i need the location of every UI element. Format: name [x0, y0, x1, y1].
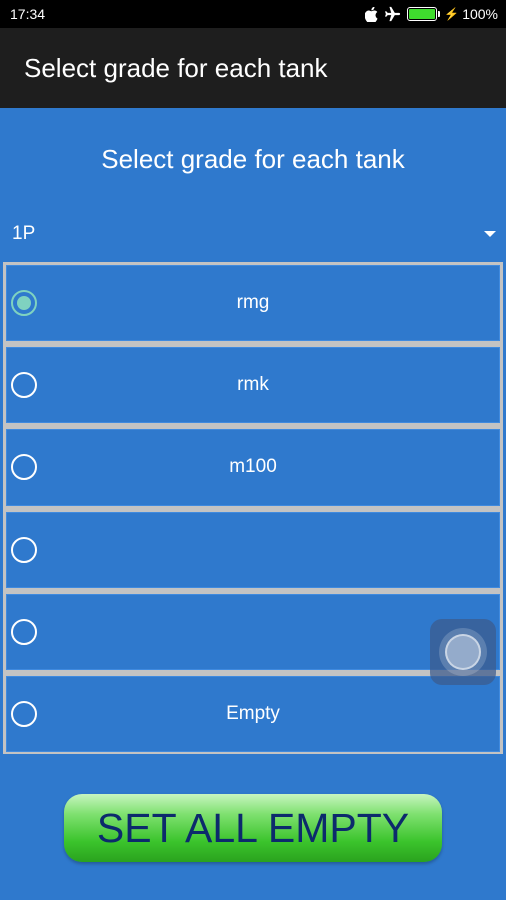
status-bar: 17:34 ⚡ 100% [0, 0, 506, 28]
radio-unchecked-icon[interactable] [11, 536, 37, 563]
app-bar: Select grade for each tank [0, 28, 506, 108]
status-time: 17:34 [10, 6, 46, 22]
dropdown-arrow-icon [484, 231, 496, 237]
grade-option-label: rmg [236, 292, 270, 314]
radio-unchecked-icon[interactable] [11, 700, 37, 727]
battery-percent: 100% [462, 6, 498, 22]
grade-option-label: Empty [226, 702, 280, 724]
radio-unchecked-icon[interactable] [11, 454, 37, 481]
grade-option-rmk[interactable]: rmk [6, 347, 500, 424]
grade-options-list: rmg rmk m100 Empty [3, 262, 503, 754]
set-all-empty-button[interactable]: SET ALL EMPTY [64, 794, 442, 862]
grade-option-blank-2[interactable] [6, 593, 500, 670]
grade-option-label: rmk [237, 374, 269, 396]
radio-unchecked-icon[interactable] [11, 372, 37, 399]
assistive-touch-icon [439, 628, 487, 676]
app-bar-title: Select grade for each tank [24, 52, 328, 83]
airplane-icon [385, 6, 401, 22]
main-content: Select grade for each tank 1P rmg rmk m1… [0, 108, 506, 900]
battery-icon [407, 7, 441, 21]
grade-option-label: m100 [229, 456, 277, 478]
grade-option-rmg[interactable]: rmg [6, 265, 500, 342]
grade-option-blank-1[interactable] [6, 511, 500, 588]
charging-bolt-icon: ⚡ [444, 7, 460, 21]
assistive-touch-button[interactable] [430, 619, 496, 685]
tank-selector-dropdown[interactable]: 1P [0, 212, 506, 256]
grade-option-m100[interactable]: m100 [6, 429, 500, 506]
apple-icon [363, 6, 379, 22]
status-icons: ⚡ 100% [363, 6, 498, 22]
radio-checked-icon[interactable] [11, 290, 37, 317]
grade-option-empty[interactable]: Empty [6, 675, 500, 753]
page-heading: Select grade for each tank [101, 144, 405, 174]
radio-unchecked-icon[interactable] [11, 618, 37, 645]
tank-selector-value: 1P [12, 223, 36, 244]
